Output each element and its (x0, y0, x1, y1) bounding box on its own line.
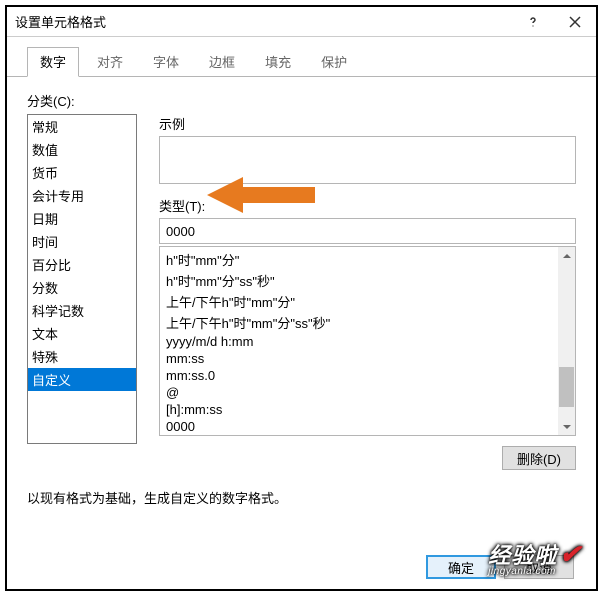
format-item[interactable]: h"时"mm"分"ss"秒" (160, 270, 575, 291)
category-listbox[interactable]: 常规数值货币会计专用日期时间百分比分数科学记数文本特殊自定义 (27, 114, 137, 444)
type-label: 类型(T): (159, 196, 576, 215)
tab-protection[interactable]: 保护 (309, 48, 359, 76)
ok-button[interactable]: 确定 (426, 555, 496, 579)
category-item[interactable]: 自定义 (28, 368, 136, 391)
sample-box (159, 136, 576, 184)
format-item[interactable]: 0000 (160, 418, 575, 435)
scrollbar[interactable] (558, 247, 575, 435)
category-item[interactable]: 货币 (28, 161, 136, 184)
format-item[interactable]: h"时"mm"分" (160, 249, 575, 270)
type-input[interactable] (159, 218, 576, 244)
format-item[interactable]: mm:ss.0 (160, 367, 575, 384)
tab-font[interactable]: 字体 (141, 48, 191, 76)
format-item[interactable]: [h]:mm:ss (160, 401, 575, 418)
delete-button[interactable]: 删除(D) (502, 446, 576, 470)
format-item[interactable]: yyyy/m/d h:mm (160, 333, 575, 350)
format-item[interactable]: 上午/下午h"时"mm"分"ss"秒" (160, 312, 575, 333)
category-item[interactable]: 常规 (28, 115, 136, 138)
category-item[interactable]: 特殊 (28, 345, 136, 368)
format-item[interactable]: mm:ss (160, 350, 575, 367)
scroll-down-arrow[interactable] (558, 418, 575, 435)
category-item[interactable]: 日期 (28, 207, 136, 230)
category-item[interactable]: 时间 (28, 230, 136, 253)
format-item[interactable]: 00000 (160, 435, 575, 436)
category-item[interactable]: 文本 (28, 322, 136, 345)
category-item[interactable]: 科学记数 (28, 299, 136, 322)
tab-number[interactable]: 数字 (27, 47, 79, 77)
type-format-listbox[interactable]: h"时"mm"分"h"时"mm"分"ss"秒"上午/下午h"时"mm"分"上午/… (159, 246, 576, 436)
category-item[interactable]: 百分比 (28, 253, 136, 276)
format-item[interactable]: @ (160, 384, 575, 401)
scroll-up-arrow[interactable] (558, 247, 575, 264)
cancel-button[interactable]: 取消 (504, 555, 574, 579)
description: 以现有格式为基础，生成自定义的数字格式。 (27, 488, 576, 507)
tab-fill[interactable]: 填充 (253, 48, 303, 76)
tab-strip: 数字 对齐 字体 边框 填充 保护 (7, 37, 596, 77)
category-item[interactable]: 分数 (28, 276, 136, 299)
window-title: 设置单元格格式 (15, 12, 106, 31)
format-item[interactable]: 上午/下午h"时"mm"分" (160, 291, 575, 312)
tab-border[interactable]: 边框 (197, 48, 247, 76)
sample-label: 示例 (159, 114, 576, 133)
category-item[interactable]: 会计专用 (28, 184, 136, 207)
tab-alignment[interactable]: 对齐 (85, 48, 135, 76)
help-button[interactable] (512, 7, 554, 37)
category-label: 分类(C): (27, 91, 576, 110)
close-button[interactable] (554, 7, 596, 37)
category-item[interactable]: 数值 (28, 138, 136, 161)
title-bar: 设置单元格格式 (7, 7, 596, 37)
scroll-thumb[interactable] (559, 367, 574, 407)
